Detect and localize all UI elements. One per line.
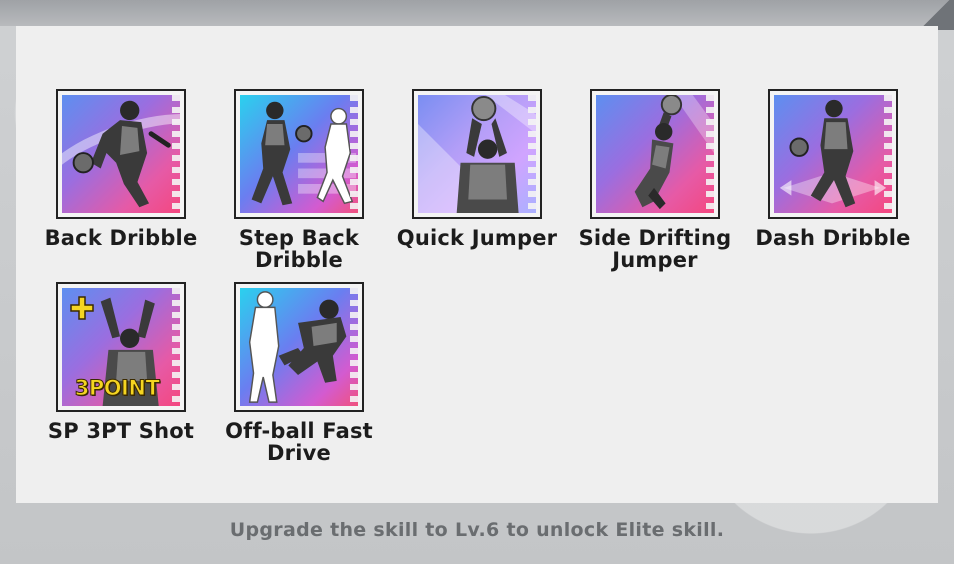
stamp-edge-decoration [350,95,358,213]
skill-icon-side-drifting-jumper [596,95,714,213]
skills-panel: Back Dribble Step Back Dribble Quick Jum… [16,26,938,503]
skill-icon-step-back-dribble [240,95,358,213]
plus-icon [70,296,94,320]
skill-label-line: Off-ball Fast [225,419,373,443]
player-dash-figure-icon [779,99,887,208]
3point-badge: 3POINT [74,376,160,401]
stamp-edge-decoration [528,95,536,213]
skill-label-line: Jumper [612,248,698,272]
player-stepback-figure-icon [251,101,357,206]
skill-label-line: Quick Jumper [396,226,558,250]
stamp-edge-decoration [350,288,358,406]
skill-icon-frame[interactable] [768,89,898,219]
skill-icon-frame[interactable]: 3POINT [56,282,186,412]
skill-label: Back Dribble [36,227,206,249]
player-fadeaway-figure-icon [634,95,714,210]
skill-label-line: Back Dribble [44,226,198,250]
skill-label-line: Dash Dribble [755,226,911,250]
skill-icon-frame[interactable] [56,89,186,219]
skill-label: Off-ball Fast Drive [214,420,384,464]
elite-skill-hint: Upgrade the skill to Lv.6 to unlock Elit… [229,519,725,541]
skill-label-line: Dribble [255,248,343,272]
stamp-edge-decoration [172,95,180,213]
skill-label: Quick Jumper [392,227,562,249]
skill-label: SP 3PT Shot [36,420,206,442]
skill-label-line: Step Back [238,226,360,250]
skill-icon-back-dribble [62,95,180,213]
player-shooting-figure-icon [418,95,536,213]
skill-label: Dash Dribble [748,227,918,249]
stamp-edge-decoration [706,95,714,213]
skill-icon-frame[interactable] [234,282,364,412]
skill-label: Side Drifting Jumper [570,227,740,271]
skill-icon-sp-3pt-shot: 3POINT [62,288,180,406]
skill-icon-frame[interactable] [412,89,542,219]
stamp-edge-decoration [884,95,892,213]
stamp-edge-decoration [172,288,180,406]
skill-label: Step Back Dribble [214,227,384,271]
top-frame-strip [0,0,954,26]
skill-icon-dash-dribble [774,95,892,213]
player-offball-figure-icon [248,291,347,403]
skill-icon-quick-jumper [418,95,536,213]
skill-icon-frame[interactable] [234,89,364,219]
skill-label-line: SP 3PT Shot [47,419,195,443]
skill-icon-off-ball-fast-drive [240,288,358,406]
skill-label-line: Drive [267,441,331,465]
skill-label-line: Side Drifting [578,226,732,250]
player-dribble-figure-icon [72,100,171,208]
skill-icon-frame[interactable] [590,89,720,219]
